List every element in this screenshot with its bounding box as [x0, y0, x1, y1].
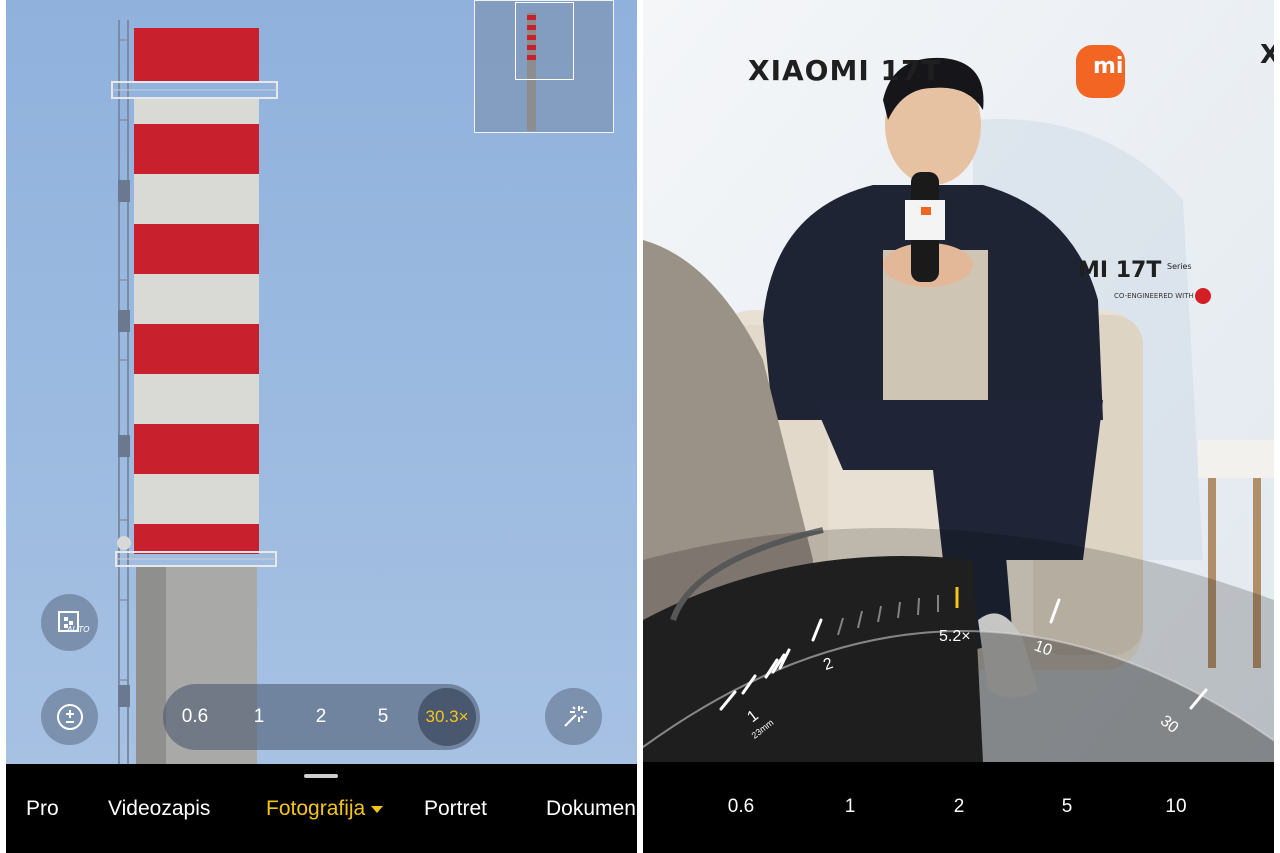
zoom-preset-2[interactable]: 2: [934, 796, 984, 818]
dial-minor-tick: [877, 605, 882, 623]
zoom-option-5[interactable]: 5: [371, 684, 395, 750]
zoom-option-2[interactable]: 2: [309, 684, 333, 750]
dial-current-label: 5.2×: [939, 628, 971, 645]
mode-dokumen[interactable]: Dokumen: [546, 797, 636, 821]
zoom-active-label: 30.3×: [425, 707, 469, 726]
auto-badge: AUTO: [67, 625, 90, 634]
zoom-option-active[interactable]: 30.3×: [418, 688, 476, 746]
right-camera-screen: XIAOMI 17T mi X MI 17T Series CO-ENGINEE…: [643, 0, 1274, 853]
mode-portret[interactable]: Portret: [424, 797, 487, 821]
zoom-preset-10[interactable]: 10: [1151, 796, 1201, 818]
auto-scene-button[interactable]: AUTO: [41, 594, 98, 651]
zoom-minimap: [474, 0, 614, 133]
mode-fotografija-label: Fotografija: [266, 797, 366, 820]
camera-mode-bar: Pro Videozapis Fotografija Portret Dokum…: [6, 764, 637, 853]
chevron-down-icon: [371, 805, 384, 813]
zoom-preset-1[interactable]: 1: [825, 796, 875, 818]
sparkle-wand-icon: [563, 705, 587, 727]
exposure-icon: [56, 703, 83, 730]
dial-minor-tick: [917, 597, 920, 616]
dial-tick: [1049, 598, 1061, 624]
dial-minor-tick: [897, 601, 901, 619]
dial-minor-tick: [857, 610, 863, 629]
zoom-preset-5[interactable]: 5: [1042, 796, 1092, 818]
brand-series: Series: [1167, 262, 1192, 271]
brand-partial: X: [1260, 40, 1274, 70]
zoom-option-1[interactable]: 1: [247, 684, 271, 750]
minimap-viewport-frame: [515, 2, 574, 80]
dial-minor-tick: [837, 617, 844, 636]
mode-pro[interactable]: Pro: [26, 797, 59, 821]
ai-enhance-button[interactable]: [545, 688, 602, 745]
dial-tick: [811, 618, 823, 642]
mi-logo-text: mi: [1093, 54, 1124, 79]
exposure-button[interactable]: [41, 688, 98, 745]
brand-xiaomi-mid: MI 17T: [1078, 258, 1162, 283]
brand-coengineered: CO-ENGINEERED WITH: [1114, 292, 1194, 300]
zoom-preset-bar: 0.6 1 2 5 10: [643, 762, 1274, 853]
mode-fotografija[interactable]: Fotografija: [266, 797, 384, 821]
leica-logo: [1195, 288, 1211, 304]
zoom-preset-0-6[interactable]: 0.6: [716, 796, 766, 818]
zoom-selector: 0.6 1 2 5 30.3×: [163, 684, 480, 750]
brand-xiaomi-top: XIAOMI 17T: [748, 54, 942, 87]
drawer-handle[interactable]: [304, 774, 338, 778]
zoom-dial[interactable]: [643, 560, 1274, 762]
left-camera-screen: AUTO 0.6 1 2 5 30.3× Pro Videozapis Foto…: [6, 0, 637, 853]
zoom-option-0-6[interactable]: 0.6: [177, 684, 213, 750]
mode-videozapis[interactable]: Videozapis: [108, 797, 210, 821]
